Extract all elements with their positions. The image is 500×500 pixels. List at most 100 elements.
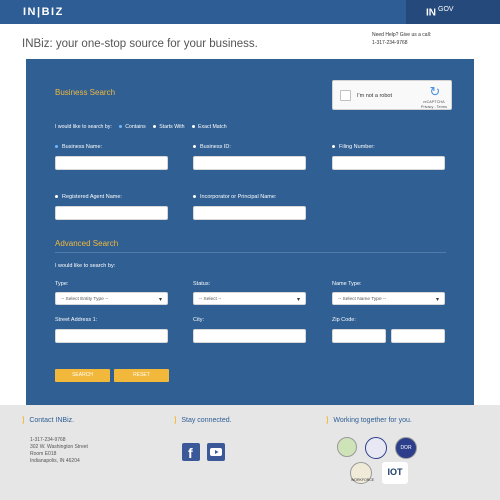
footer-connected-title-text: Stay connected. (181, 417, 232, 424)
business-search-title: Business Search (55, 88, 116, 97)
workforce-badge[interactable]: WORKFORCE (350, 462, 375, 484)
footer-address-3: Indianapolis, IN 46204 (30, 458, 80, 464)
zip-code-label: Zip Code: (332, 317, 356, 323)
footer-address-2: Room E018 (30, 451, 57, 457)
business-id-input[interactable] (193, 156, 306, 170)
recaptcha-checkbox[interactable] (340, 90, 351, 101)
recaptcha-brand-name: reCAPTCHA (423, 100, 445, 104)
section-divider (55, 252, 446, 253)
inbiz-logo[interactable]: IN|BIZ (23, 6, 64, 18)
business-id-label[interactable]: Business ID: (193, 144, 231, 150)
bracket-icon: ] (22, 417, 25, 424)
footer-phone[interactable]: 1-317-234-9768 (30, 437, 88, 444)
recaptcha-links[interactable]: Privacy - Terms (421, 105, 447, 110)
radio-dot[interactable] (153, 125, 157, 129)
footer-contact-title-text: Contact INBiz. (29, 417, 75, 424)
youtube-icon[interactable] (207, 443, 225, 461)
footer-contact-details: 1-317-234-9768 302 W. Washington Street … (30, 437, 88, 465)
bracket-icon: ] (174, 417, 177, 424)
recaptcha-brand: reCAPTCHA Privacy - Terms (421, 100, 447, 109)
radio-starts-with-label: Starts With (159, 124, 185, 130)
search-panel: Business Search I'm not a robot ↻ reCAPT… (26, 59, 474, 405)
radio-exact-match-label: Exact Match (198, 124, 227, 130)
radio-starts-with[interactable]: Starts With (153, 124, 185, 130)
help-line: Need Help? Give us a call: (372, 32, 432, 38)
incorporator-label[interactable]: Incorporator or Principal Name: (193, 194, 276, 200)
ingov-block[interactable]: IN GOV (406, 0, 500, 24)
zip-extension-input[interactable] (391, 329, 445, 343)
radio-dot[interactable] (193, 195, 196, 199)
advanced-search-title: Advanced Search (55, 239, 119, 248)
secretary-seal-badge[interactable] (365, 437, 387, 459)
chevron-down-icon: ▾ (296, 297, 300, 303)
ingov-logo-text: IN (426, 7, 436, 19)
chevron-down-icon: ▾ (435, 297, 439, 303)
registered-agent-label[interactable]: Registered Agent Name: (55, 194, 122, 200)
registered-agent-label-text: Registered Agent Name: (62, 194, 122, 200)
reset-button[interactable]: RESET (114, 369, 169, 382)
footer-contact-title: ] Contact INBiz. (22, 417, 74, 424)
top-bar: IN|BIZ IN GOV (0, 0, 500, 24)
radio-contains[interactable]: Contains (119, 124, 146, 130)
footer: ] Contact INBiz. 1-317-234-9768 302 W. Wa… (0, 405, 500, 500)
workforce-badge-text: WORKFORCE (351, 478, 375, 482)
incorporator-label-text: Incorporator or Principal Name: (200, 194, 277, 200)
filing-number-label[interactable]: Filing Number: (332, 144, 375, 150)
zip-code-input[interactable] (332, 329, 386, 343)
entity-type-value: -- Select Entity Type -- (61, 297, 109, 302)
footer-connected-title: ] Stay connected. (174, 417, 232, 424)
street-address-input[interactable] (55, 329, 168, 343)
bracket-icon: ] (326, 417, 329, 424)
dor-badge[interactable]: DOR (395, 437, 417, 459)
search-mode-radio-group: I would like to search by: Contains Star… (55, 124, 227, 130)
ingov-logo-sub: GOV (438, 6, 454, 13)
status-select[interactable]: -- Select -- ▾ (193, 292, 306, 305)
radio-dot[interactable] (332, 145, 335, 149)
recaptcha-widget: I'm not a robot ↻ reCAPTCHA Privacy - Te… (332, 80, 452, 110)
radio-dot[interactable] (192, 125, 196, 129)
page-tagline: INBiz: your one-stop source for your bus… (22, 38, 258, 50)
name-type-select[interactable]: -- Select Name Type -- ▾ (332, 292, 445, 305)
state-seal-badge[interactable] (337, 437, 357, 457)
registered-agent-input[interactable] (55, 206, 168, 220)
street-address-label: Street Address 1: (55, 317, 98, 323)
footer-together-title: ] Working together for you. (326, 417, 412, 424)
name-type-label: Name Type: (332, 281, 362, 287)
dor-badge-text: DOR (400, 445, 412, 451)
svg-text:f: f (188, 445, 193, 461)
search-by-label: I would like to search by: (55, 124, 112, 130)
radio-exact-match[interactable]: Exact Match (192, 124, 227, 130)
facebook-icon[interactable]: f (182, 443, 200, 461)
ingov-logo[interactable]: IN GOV (426, 6, 454, 18)
chevron-down-icon: ▾ (158, 297, 162, 303)
radio-dot-selected[interactable] (55, 145, 58, 149)
status-label: Status: (193, 281, 211, 287)
recaptcha-label: I'm not a robot (357, 93, 392, 99)
incorporator-input[interactable] (193, 206, 306, 220)
help-phone[interactable]: 1-317-234-9768 (372, 39, 431, 47)
recaptcha-icon: ↻ (429, 84, 441, 99)
business-name-label-text: Business Name: (62, 144, 103, 150)
status-value: -- Select -- (199, 297, 222, 302)
search-button[interactable]: SEARCH (55, 369, 110, 382)
advanced-search-by-label: I would like to search by: (55, 263, 116, 269)
type-label: Type: (55, 281, 69, 287)
business-name-label[interactable]: Business Name: (55, 144, 102, 150)
radio-dot[interactable] (55, 195, 58, 199)
footer-address-1: 302 W. Washington Street (30, 444, 88, 450)
business-id-label-text: Business ID: (200, 144, 231, 150)
iot-badge-text: IOT (387, 467, 403, 477)
help-contact: Need Help? Give us a call: 1-317-234-976… (372, 31, 431, 47)
radio-contains-label: Contains (125, 124, 146, 130)
filing-number-label-text: Filing Number: (339, 144, 375, 150)
name-type-value: -- Select Name Type -- (338, 297, 387, 302)
city-input[interactable] (193, 329, 306, 343)
entity-type-select[interactable]: -- Select Entity Type -- ▾ (55, 292, 168, 305)
filing-number-input[interactable] (332, 156, 445, 170)
radio-dot[interactable] (193, 145, 196, 149)
footer-together-title-text: Working together for you. (333, 417, 412, 424)
city-label: City: (193, 317, 204, 323)
radio-dot-selected[interactable] (119, 125, 123, 129)
iot-badge[interactable]: IOT (382, 462, 408, 484)
business-name-input[interactable] (55, 156, 168, 170)
